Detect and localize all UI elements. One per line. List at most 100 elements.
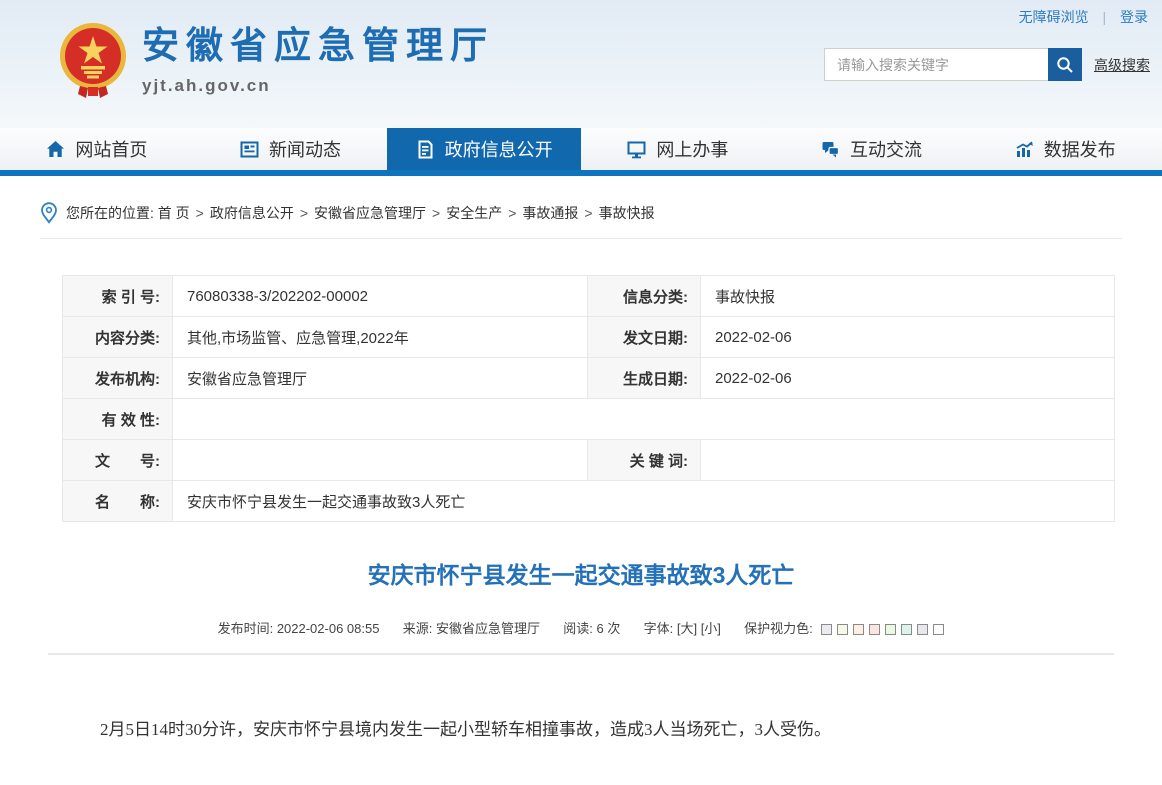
doc-number-label: 文 号:: [63, 440, 173, 481]
eye-protect-swatch[interactable]: [853, 624, 865, 635]
breadcrumb: 您所在的位置: 首 页 > 政府信息公开 > 安徽省应急管理厅 > 安全生产 >…: [40, 202, 1122, 224]
table-row: 有 效 性:: [63, 399, 1115, 440]
info-category-value: 事故快报: [701, 276, 1115, 317]
eye-protect-swatch[interactable]: [901, 624, 913, 635]
nav-item-home[interactable]: 网站首页: [0, 128, 194, 170]
font-smaller-button[interactable]: [小]: [701, 621, 721, 636]
table-row: 发布机构: 安徽省应急管理厅 生成日期: 2022-02-06: [63, 358, 1115, 399]
name-value: 安庆市怀宁县发生一起交通事故致3人死亡: [173, 481, 1115, 522]
name-label: 名 称:: [63, 481, 173, 522]
table-row: 名 称: 安庆市怀宁县发生一起交通事故致3人死亡: [63, 481, 1115, 522]
search-area: 高级搜索: [824, 48, 1150, 81]
page: 无障碍浏览 | 登录 安徽省应急管理厅 yjt.ah.gov.cn 请输入搜索关…: [0, 0, 1162, 745]
content-category-value: 其他,市场监管、应急管理,2022年: [173, 317, 588, 358]
main-content: 您所在的位置: 首 页 > 政府信息公开 > 安徽省应急管理厅 > 安全生产 >…: [0, 202, 1162, 745]
source-label: 来源:: [402, 621, 433, 636]
breadcrumb-prefix: 您所在的位置:: [66, 205, 154, 221]
nav-item-label: 新闻动态: [269, 140, 341, 160]
publish-time-label: 发布时间:: [217, 621, 274, 636]
nav-item-label: 互动交流: [850, 140, 923, 160]
site-url: yjt.ah.gov.cn: [142, 76, 271, 95]
nav-item-label: 网上办事: [656, 140, 729, 160]
article-meta: 发布时间: 2022-02-06 08:55 来源: 安徽省应急管理厅 阅读: …: [40, 618, 1122, 637]
breadcrumb-separator: >: [299, 205, 309, 221]
nav-item-interaction[interactable]: 互动交流: [775, 128, 969, 170]
nav-item-data[interactable]: 数据发布: [968, 128, 1162, 170]
nav-item-label: 政府信息公开: [444, 140, 553, 160]
eye-protect-swatch[interactable]: [917, 624, 929, 635]
nav-item-label: 数据发布: [1043, 140, 1116, 160]
monitor-icon: [627, 140, 646, 159]
location-pin-icon: [40, 202, 58, 224]
table-row: 内容分类: 其他,市场监管、应急管理,2022年 发文日期: 2022-02-0…: [63, 317, 1115, 358]
document-icon: [416, 140, 435, 159]
top-links: 无障碍浏览 | 登录: [1019, 7, 1148, 27]
publish-time-value: 2022-02-06 08:55: [276, 621, 380, 636]
breadcrumb-item-accident-bulletin[interactable]: 事故快报: [599, 203, 655, 223]
breadcrumb-separator: >: [195, 205, 204, 221]
breadcrumb-separator: >: [584, 205, 593, 221]
breadcrumb-item-safety[interactable]: 安全生产: [446, 203, 502, 223]
chart-icon: [1015, 140, 1034, 159]
main-nav: 网站首页 新闻动态 政府信息公开 网上办事 互动交流 数据发布: [0, 128, 1162, 176]
views-label: 阅读:: [563, 621, 593, 636]
top-links-divider: |: [1102, 9, 1107, 25]
site-title: 安徽省应急管理厅: [142, 25, 494, 66]
national-emblem-logo: [60, 23, 126, 98]
publisher-label: 发布机构:: [63, 358, 173, 399]
nav-item-gov-info[interactable]: 政府信息公开: [387, 128, 582, 170]
search-icon: [1057, 56, 1073, 73]
eye-protect-swatch[interactable]: [885, 624, 897, 635]
nav-item-online-services[interactable]: 网上办事: [581, 128, 775, 170]
issue-date-label: 发文日期:: [588, 317, 701, 358]
breadcrumb-separator: >: [432, 205, 441, 221]
article-body: 2月5日14时30分许，安庆市怀宁县境内发生一起小型轿车相撞事故，造成3人当场死…: [100, 720, 831, 739]
brand-text: 安徽省应急管理厅 yjt.ah.gov.cn: [142, 22, 494, 96]
eye-protect-swatch[interactable]: [821, 624, 833, 635]
source-value: 安徽省应急管理厅: [435, 621, 540, 636]
site-header: 无障碍浏览 | 登录 安徽省应急管理厅 yjt.ah.gov.cn 请输入搜索关…: [0, 0, 1162, 128]
brand[interactable]: 安徽省应急管理厅 yjt.ah.gov.cn: [58, 22, 494, 100]
nav-item-news[interactable]: 新闻动态: [194, 128, 388, 170]
breadcrumb-item-accident-report[interactable]: 事故通报: [522, 203, 578, 223]
info-category-label: 信息分类:: [588, 276, 701, 317]
chat-icon: [821, 140, 840, 159]
table-row: 文 号: 关 键 词:: [63, 440, 1115, 481]
breadcrumb-item-home[interactable]: 首 页: [158, 203, 190, 223]
create-date-label: 生成日期:: [588, 358, 701, 399]
nav-item-label: 网站首页: [75, 140, 148, 160]
font-size-label: 字体:: [643, 621, 674, 636]
search-button[interactable]: [1048, 48, 1082, 81]
home-icon: [46, 140, 65, 159]
create-date-value: 2022-02-06: [701, 358, 1115, 399]
font-larger-button[interactable]: [大]: [677, 621, 697, 636]
eye-protect-swatch[interactable]: [933, 624, 945, 635]
publisher-value: 安徽省应急管理厅: [173, 358, 588, 399]
views-value: 6 次: [596, 621, 621, 636]
keywords-value: [701, 440, 1115, 481]
article-divider: [48, 653, 1114, 655]
advanced-search-link[interactable]: 高级搜索: [1094, 55, 1150, 75]
document-info-table: 索 引 号: 76080338-3/202202-00002 信息分类: 事故快…: [62, 275, 1115, 522]
search-input[interactable]: [824, 48, 1048, 81]
validity-label: 有 效 性:: [63, 399, 173, 440]
breadcrumb-separator: >: [508, 205, 517, 221]
article-title: 安庆市怀宁县发生一起交通事故致3人死亡: [367, 562, 795, 588]
eye-protect-swatches: [816, 624, 945, 635]
breadcrumb-divider: [40, 238, 1122, 239]
table-row: 索 引 号: 76080338-3/202202-00002 信息分类: 事故快…: [63, 276, 1115, 317]
breadcrumb-item-gov-info[interactable]: 政府信息公开: [210, 203, 294, 223]
eye-protect-label: 保护视力色:: [744, 621, 813, 636]
index-number-value: 76080338-3/202202-00002: [173, 276, 588, 317]
login-link[interactable]: 登录: [1120, 9, 1148, 25]
search-box: [824, 48, 1082, 81]
content-category-label: 内容分类:: [63, 317, 173, 358]
news-icon: [240, 140, 259, 159]
eye-protect-swatch[interactable]: [869, 624, 881, 635]
breadcrumb-item-department[interactable]: 安徽省应急管理厅: [314, 203, 426, 223]
doc-number-value: [173, 440, 588, 481]
accessibility-link[interactable]: 无障碍浏览: [1019, 9, 1089, 25]
index-number-label: 索 引 号:: [63, 276, 173, 317]
eye-protect-swatch[interactable]: [837, 624, 849, 635]
keywords-label: 关 键 词:: [588, 440, 701, 481]
